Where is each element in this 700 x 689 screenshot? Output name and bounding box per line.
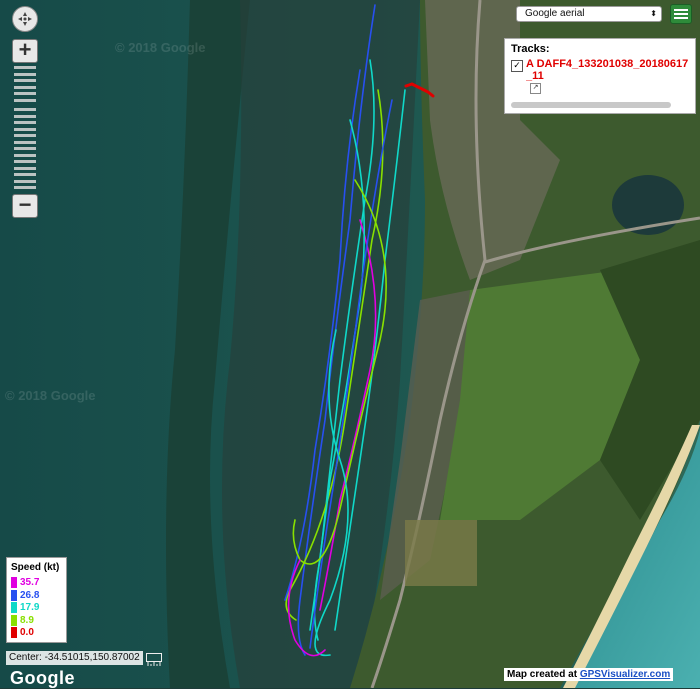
zoom-level-tick[interactable]: [14, 134, 36, 137]
zoom-level-tick[interactable]: [14, 147, 36, 150]
zoom-level-tick[interactable]: [14, 127, 36, 131]
zoom-level-tick[interactable]: [14, 92, 36, 95]
zoom-out-button[interactable]: −: [12, 194, 38, 218]
speed-legend: Speed (kt) 35.7 26.8 17.9 8.9 0.0: [6, 557, 67, 643]
legend-value: 8.9: [20, 614, 34, 626]
ruler-icon[interactable]: [146, 653, 162, 666]
legend-value: 26.8: [20, 589, 40, 601]
zoom-level-tick[interactable]: [14, 85, 36, 89]
pan-icon: [18, 12, 32, 26]
legend-swatch: [11, 614, 17, 626]
legend-entry: 8.9: [11, 614, 34, 627]
zoom-out-icon: −: [18, 192, 32, 217]
pan-control[interactable]: [12, 6, 38, 32]
tracks-heading: Tracks:: [511, 43, 550, 55]
tracks-panel: Tracks: ✓ A DAFF4_133201038_20180617_11 …: [504, 38, 696, 114]
legend-entry: 17.9: [11, 602, 39, 614]
legend-swatch: [11, 577, 17, 588]
legend-entry: 0.0: [11, 627, 34, 639]
zoom-level-tick[interactable]: [14, 179, 36, 183]
zoom-level-tick[interactable]: [14, 72, 36, 76]
map-type-value: Google aerial: [525, 8, 585, 19]
legend-entry: 35.7: [11, 577, 39, 589]
zoom-level-tick[interactable]: [14, 166, 36, 170]
tracks-scrollbar[interactable]: [511, 102, 671, 108]
legend-swatch: [11, 627, 17, 638]
map-watermark: © 2018 Google: [115, 40, 206, 55]
zoom-level-tick[interactable]: [14, 140, 36, 144]
zoom-level-tick[interactable]: [14, 114, 36, 118]
zoom-level-tick[interactable]: [14, 160, 36, 163]
map-credit: Map created at GPSVisualizer.com: [504, 668, 674, 681]
legend-title: Speed (kt): [11, 562, 60, 573]
zoom-level-tick[interactable]: [14, 108, 36, 111]
map-type-select[interactable]: Google aerial ⬍: [516, 6, 662, 22]
map-watermark: © 2018 Google: [5, 388, 96, 403]
track-checkbox[interactable]: ✓: [511, 60, 523, 72]
zoom-level-tick[interactable]: [14, 98, 36, 102]
field: [405, 520, 477, 586]
credit-prefix: Map created at: [507, 669, 580, 680]
zoom-level-tick[interactable]: [14, 66, 36, 69]
dropdown-arrow-icon: ⬍: [650, 9, 657, 18]
legend-value: 0.0: [20, 627, 34, 638]
track-name[interactable]: A DAFF4_133201038_20180617_11: [526, 58, 694, 82]
legend-swatch: [11, 589, 17, 601]
zoom-level-tick[interactable]: [14, 173, 36, 176]
legend-value: 17.9: [20, 602, 40, 613]
gpsvisualizer-link[interactable]: GPSVisualizer.com: [580, 669, 670, 680]
zoom-in-icon: +: [18, 37, 32, 62]
zoom-level-tick[interactable]: [14, 186, 36, 189]
zoom-slider[interactable]: [14, 66, 36, 190]
legend-entry: 26.8: [11, 589, 40, 602]
zoom-level-tick[interactable]: [14, 79, 36, 82]
menu-icon: [674, 9, 688, 11]
zoom-level-tick[interactable]: [14, 121, 36, 124]
external-link-icon[interactable]: ↗: [530, 83, 541, 94]
legend-swatch: [11, 602, 17, 613]
zoom-level-tick[interactable]: [14, 153, 36, 157]
menu-button[interactable]: [670, 4, 692, 24]
google-logo: Google: [10, 668, 75, 688]
center-coordinates: Center: -34.51015,150.87002: [6, 651, 143, 665]
zoom-in-button[interactable]: +: [12, 39, 38, 63]
legend-value: 35.7: [20, 577, 40, 588]
